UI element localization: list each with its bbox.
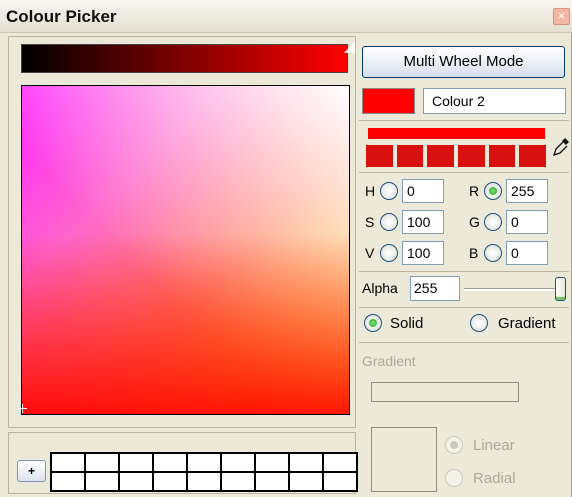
sv-gradient-red	[22, 86, 349, 414]
divider	[359, 342, 569, 343]
alpha-label: Alpha	[362, 280, 398, 296]
colour-name-field[interactable]: Colour 2	[423, 88, 566, 114]
alpha-slider-track[interactable]	[464, 288, 562, 291]
green-field[interactable]: 0	[506, 210, 548, 234]
window-title: Colour Picker	[6, 7, 117, 26]
saturation-value-square[interactable]	[18, 85, 350, 415]
saturation-label: S	[365, 214, 375, 230]
saturation-radio[interactable]	[380, 213, 398, 231]
recent-colour-swatch[interactable]	[458, 145, 485, 167]
recent-colour-swatch[interactable]	[427, 145, 455, 167]
title-bar[interactable]: Colour Picker ×	[0, 0, 572, 33]
swatch-slot[interactable]	[86, 454, 120, 473]
colour-picker-window: Colour Picker × ◢ + Multi Wheel Mode Col…	[0, 0, 572, 497]
saturation-field[interactable]: 100	[402, 210, 444, 234]
saturation-row: S 100	[365, 209, 444, 235]
gradient-heading: Gradient	[362, 353, 416, 369]
divider	[359, 120, 569, 121]
solid-label: Solid	[390, 314, 424, 332]
recent-colour-swatch[interactable]	[519, 145, 547, 167]
shade-strip[interactable]	[21, 44, 348, 73]
value-row: V 100	[365, 240, 444, 266]
swatch-slot[interactable]	[86, 473, 120, 492]
divider	[359, 307, 569, 308]
swatch-slot[interactable]	[120, 454, 154, 473]
value-field[interactable]: 100	[402, 241, 444, 265]
alpha-slider-handle[interactable]	[555, 277, 566, 301]
swatch-slot[interactable]	[256, 454, 290, 473]
swatch-slot[interactable]	[188, 454, 222, 473]
eyedropper-icon[interactable]	[551, 136, 571, 158]
radial-radio	[445, 469, 463, 487]
blue-label: B	[469, 245, 479, 261]
gradient-option-label: Gradient	[498, 314, 556, 332]
hue-radio[interactable]	[380, 182, 398, 200]
multi-wheel-mode-button[interactable]: Multi Wheel Mode	[362, 46, 565, 78]
gradient-option[interactable]: Gradient	[470, 314, 556, 332]
blue-field[interactable]: 0	[506, 241, 548, 265]
green-label: G	[469, 214, 480, 230]
swatch-slot[interactable]	[52, 473, 86, 492]
swatch-slot[interactable]	[52, 454, 86, 473]
linear-radio	[445, 436, 463, 454]
red-radio[interactable]	[484, 182, 502, 200]
swatch-slot[interactable]	[290, 454, 324, 473]
hue-field[interactable]: 0	[402, 179, 444, 203]
swatch-slot[interactable]	[120, 473, 154, 492]
swatch-slot[interactable]	[324, 473, 358, 492]
swatch-grid	[50, 452, 358, 492]
blue-row: B 0	[469, 240, 548, 266]
gradient-radio[interactable]	[470, 314, 488, 332]
blue-radio[interactable]	[484, 244, 502, 262]
swatch-slot[interactable]	[154, 454, 188, 473]
red-label: R	[469, 183, 480, 199]
swatch-slot[interactable]	[222, 454, 256, 473]
linear-label: Linear	[473, 436, 515, 454]
add-swatch-button[interactable]: +	[17, 460, 46, 482]
swatch-slot[interactable]	[154, 473, 188, 492]
crosshair-icon[interactable]	[18, 404, 27, 413]
green-row: G 0	[469, 209, 548, 235]
swatch-slot[interactable]	[256, 473, 290, 492]
radial-option: Radial	[445, 469, 516, 487]
swatch-slot[interactable]	[324, 454, 358, 473]
recent-colours	[366, 145, 547, 167]
swatch-slot[interactable]	[290, 473, 324, 492]
red-field[interactable]: 255	[506, 179, 548, 203]
recent-colour-swatch[interactable]	[488, 145, 516, 167]
divider	[359, 172, 569, 173]
red-row: R 255	[469, 178, 548, 204]
hue-row: H 0	[365, 178, 444, 204]
swatch-slot[interactable]	[222, 473, 256, 492]
current-colour-swatch[interactable]	[362, 88, 415, 114]
gradient-preview	[371, 382, 519, 402]
alpha-field[interactable]: 255	[410, 276, 460, 301]
gradient-direction-box	[371, 427, 437, 492]
close-icon[interactable]: ×	[553, 8, 570, 25]
value-radio[interactable]	[380, 244, 398, 262]
linear-option: Linear	[445, 436, 515, 454]
solid-option[interactable]: Solid	[364, 314, 423, 332]
value-label: V	[365, 245, 375, 261]
recent-colour-swatch[interactable]	[396, 145, 424, 167]
green-radio[interactable]	[484, 213, 502, 231]
divider	[359, 271, 569, 272]
recent-colour-swatch[interactable]	[366, 145, 393, 167]
strip-marker-icon: ◢	[344, 38, 355, 54]
colour-preview-bar	[368, 128, 545, 139]
hue-label: H	[365, 183, 376, 199]
solid-radio[interactable]	[364, 314, 382, 332]
radial-label: Radial	[473, 469, 516, 487]
swatch-slot[interactable]	[188, 473, 222, 492]
